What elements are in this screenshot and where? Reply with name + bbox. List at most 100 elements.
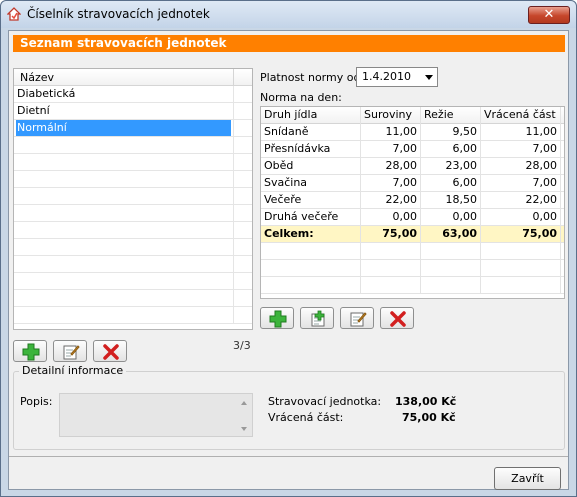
stravovaci-value: 138,00 Kč: [395, 395, 457, 408]
platnost-date-select[interactable]: 1.4.2010: [356, 67, 438, 87]
grid-header-rezie[interactable]: Režie: [421, 107, 481, 124]
list-rows: Diabetická Dietní Normální: [14, 86, 252, 324]
grid-header-suroviny[interactable]: Suroviny: [361, 107, 421, 124]
grid-cell: 6,00: [421, 141, 481, 158]
list-empty-row[interactable]: [14, 239, 252, 256]
edit-icon: [350, 312, 367, 327]
list-empty-row[interactable]: [14, 188, 252, 205]
grid-cell: 28,00: [481, 158, 561, 175]
title-bar[interactable]: Číselník stravovacích jednotek ✕: [1, 1, 576, 28]
list-item[interactable]: Dietní: [14, 103, 252, 120]
app-icon: [7, 7, 21, 21]
column-divider: [233, 154, 234, 171]
table-row[interactable]: Oběd 28,00 23,00 28,00: [261, 158, 564, 175]
scroll-up-icon[interactable]: [241, 401, 247, 405]
grid-cell: [421, 277, 481, 294]
table-row[interactable]: Druhá večeře 0,00 0,00 0,00: [261, 209, 564, 226]
dialog-window: Číselník stravovacích jednotek ✕ Seznam …: [0, 0, 577, 497]
add-unit-button[interactable]: [13, 340, 47, 362]
grid-cell: 28,00: [361, 158, 421, 175]
table-row[interactable]: Přesnídávka 7,00 6,00 7,00: [261, 141, 564, 158]
grid-cell: Druhá večeře: [261, 209, 361, 226]
list-empty-row[interactable]: [14, 290, 252, 307]
grid-cell: [261, 260, 361, 277]
column-divider: [233, 86, 234, 103]
table-row[interactable]: Svačina 7,00 6,00 7,00: [261, 175, 564, 192]
list-empty-row[interactable]: [14, 222, 252, 239]
grid-cell: [361, 260, 421, 277]
grid-cell: 6,00: [421, 175, 481, 192]
delete-unit-button[interactable]: [93, 340, 127, 362]
add-edit-row-button[interactable]: [300, 307, 334, 329]
grid-cell: Celkem:: [261, 226, 361, 243]
empty-table-row[interactable]: [261, 277, 564, 294]
grid-cell: 22,00: [481, 192, 561, 209]
table-row[interactable]: Snídaně 11,00 9,50 11,00: [261, 124, 564, 141]
edit-unit-button[interactable]: [53, 340, 87, 362]
grid-cell: Svačina: [261, 175, 361, 192]
vracena-value: 75,00 Kč: [402, 411, 456, 424]
column-divider: [233, 222, 234, 239]
list-empty-row[interactable]: [14, 307, 252, 324]
column-divider: [233, 205, 234, 222]
grid-header-row: Druh jídla Suroviny Režie Vrácená část: [261, 107, 564, 124]
grid-cell: Oběd: [261, 158, 361, 175]
add-row-button[interactable]: [260, 307, 294, 329]
delete-icon: [103, 344, 119, 360]
grid-header-druh[interactable]: Druh jídla: [261, 107, 361, 124]
unit-list[interactable]: Název Diabetická Dietní Normální: [13, 68, 253, 330]
grid-cell: [481, 260, 561, 277]
list-item[interactable]: Diabetická: [14, 86, 252, 103]
empty-table-row[interactable]: [261, 243, 564, 260]
list-empty-row[interactable]: [14, 171, 252, 188]
empty-table-row[interactable]: [261, 260, 564, 277]
delete-row-button[interactable]: [380, 307, 414, 329]
delete-icon: [390, 311, 406, 327]
edit-row-button[interactable]: [340, 307, 374, 329]
column-divider: [233, 137, 234, 154]
grid-cell: [481, 277, 561, 294]
list-empty-row[interactable]: [14, 154, 252, 171]
list-item[interactable]: Normální: [14, 120, 252, 137]
norma-grid[interactable]: Druh jídla Suroviny Režie Vrácená část S…: [260, 106, 565, 299]
grid-cell: [421, 243, 481, 260]
header-separator: [233, 69, 234, 86]
grid-cell: 7,00: [361, 175, 421, 192]
add-document-icon: [311, 310, 325, 327]
list-empty-row[interactable]: [14, 273, 252, 290]
window-close-button[interactable]: ✕: [528, 6, 570, 24]
grid-cell: 0,00: [421, 209, 481, 226]
popis-textarea[interactable]: [59, 393, 253, 437]
list-empty-row[interactable]: [14, 137, 252, 154]
column-header-nazev: Název: [20, 71, 55, 84]
scroll-down-icon[interactable]: [241, 427, 247, 431]
list-empty-row[interactable]: [14, 256, 252, 273]
column-divider: [233, 307, 234, 324]
grid-cell: [361, 277, 421, 294]
grid-cell: 11,00: [481, 124, 561, 141]
column-divider: [233, 256, 234, 273]
grid-cell: 7,00: [481, 175, 561, 192]
list-item-label: Dietní: [17, 104, 50, 117]
window-title: Číselník stravovacích jednotek: [27, 7, 210, 21]
edit-icon: [63, 345, 80, 360]
grid-cell: 0,00: [361, 209, 421, 226]
grid-cell: [421, 260, 481, 277]
grid-cell: [261, 243, 361, 260]
grid-cell: [261, 277, 361, 294]
total-row[interactable]: Celkem: 75,00 63,00 75,00: [261, 226, 564, 243]
column-divider: [233, 103, 234, 120]
grid-cell: 18,50: [421, 192, 481, 209]
grid-cell: 9,50: [421, 124, 481, 141]
dropdown-arrow-icon[interactable]: [425, 75, 433, 80]
grid-cell: Přesnídávka: [261, 141, 361, 158]
column-divider: [233, 273, 234, 290]
list-empty-row[interactable]: [14, 205, 252, 222]
column-divider: [233, 188, 234, 205]
section-header: Seznam stravovacích jednotek: [13, 35, 565, 52]
footer-divider: [9, 456, 568, 457]
grid-header-vracena[interactable]: Vrácená část: [481, 107, 561, 124]
table-row[interactable]: Večeře 22,00 18,50 22,00: [261, 192, 564, 209]
list-header[interactable]: Název: [14, 69, 252, 86]
close-button[interactable]: Zavřít: [494, 467, 561, 490]
